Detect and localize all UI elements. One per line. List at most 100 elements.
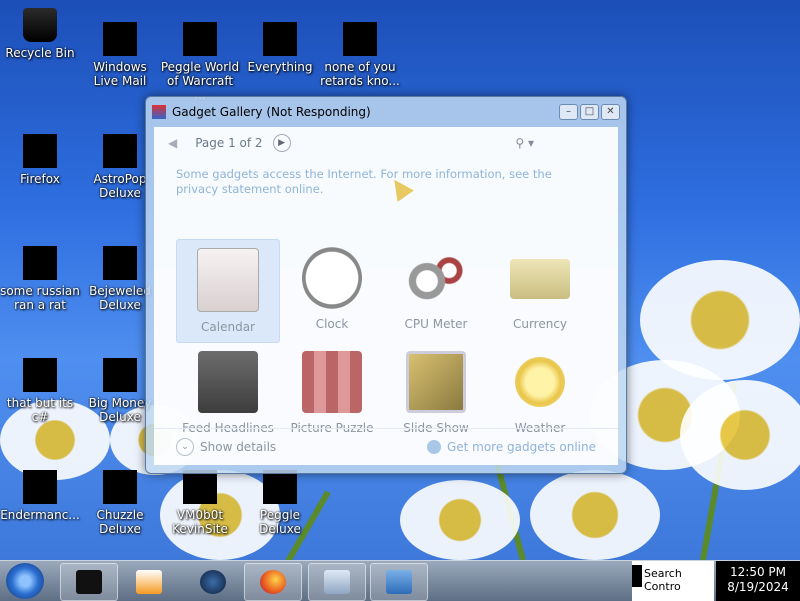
- firefox-icon: [260, 570, 286, 594]
- desktop-icon-shortcut[interactable]: none of you retards kno...: [320, 22, 400, 88]
- desktop-icon-label: Chuzzle Deluxe: [96, 508, 144, 536]
- daisy-flower: [530, 470, 660, 560]
- desktop-icon-peggle[interactable]: Peggle Deluxe: [240, 470, 320, 536]
- desktop: Recycle Bin Windows Live Mail Peggle Wor…: [0, 0, 800, 560]
- app-icon: [23, 246, 57, 280]
- desktop-icon-russian-rat[interactable]: some russian ran a rat: [0, 246, 80, 312]
- gadget-tile-calendar[interactable]: Calendar: [176, 239, 280, 343]
- window-title: Gadget Gallery (Not Responding): [172, 105, 371, 119]
- slide-show-icon: [406, 351, 466, 413]
- window-titlebar[interactable]: Gadget Gallery (Not Responding) – □ ✕: [146, 97, 626, 127]
- desktop-icon-csharp[interactable]: that but its c#: [0, 358, 80, 424]
- clock-date: 8/19/2024: [727, 580, 789, 594]
- close-button[interactable]: ✕: [601, 104, 620, 120]
- start-button[interactable]: [6, 563, 44, 599]
- desktop-icon-endermanch[interactable]: Endermanc...: [0, 470, 80, 522]
- daisy-flower: [400, 480, 520, 560]
- gadget-gallery-window[interactable]: Gadget Gallery (Not Responding) – □ ✕ ◀ …: [145, 96, 627, 474]
- peggle-icon: [183, 22, 217, 56]
- gadget-tile-currency[interactable]: Currency: [488, 239, 592, 343]
- search-control-panel-toolbar[interactable]: Search Contro: [632, 561, 714, 601]
- app-icon: [76, 570, 102, 594]
- game-icon: [103, 358, 137, 392]
- globe-icon: [200, 570, 226, 594]
- taskbar-item-keyboard[interactable]: [308, 563, 366, 601]
- mail-icon: [103, 22, 137, 56]
- globe-icon: [426, 440, 441, 454]
- recycle-bin-icon: [23, 8, 57, 42]
- gadget-label: Calendar: [201, 320, 255, 334]
- desktop-icon-label: Firefox: [20, 172, 60, 186]
- currency-icon: [510, 259, 570, 299]
- privacy-notice[interactable]: Some gadgets access the Internet. For mo…: [176, 167, 596, 197]
- desktop-icon-label: Peggle Deluxe: [259, 508, 301, 536]
- cpu-meter-icon: [406, 247, 466, 309]
- window-controls: – □ ✕: [559, 104, 620, 120]
- desktop-icon-label: Windows Live Mail: [93, 60, 147, 88]
- chevron-down-icon[interactable]: ⌄: [176, 438, 194, 456]
- page-indicator: Page 1 of 2: [195, 136, 263, 150]
- gadget-gallery-icon: [386, 570, 412, 594]
- desktop-icon-label: some russian ran a rat: [0, 284, 80, 312]
- keyboard-icon: [324, 570, 350, 594]
- taskbar-item-app[interactable]: [60, 563, 118, 601]
- desktop-icon-everything[interactable]: Everything: [240, 22, 320, 74]
- firefox-icon: [23, 134, 57, 168]
- toolbar-handle: [632, 565, 642, 587]
- game-icon: [103, 246, 137, 280]
- taskbar-item-globe[interactable]: [184, 563, 242, 601]
- gadget-label: CPU Meter: [404, 317, 468, 331]
- taskbar: Search Contro 12:50 PM 8/19/2024: [0, 560, 800, 601]
- gadget-gallery-icon: [152, 105, 166, 119]
- taskbar-item-gadget-gallery[interactable]: [370, 563, 428, 601]
- taskbar-item-firefox[interactable]: [244, 563, 302, 601]
- app-icon: [183, 470, 217, 504]
- previous-page-button[interactable]: ◀: [168, 136, 177, 150]
- desktop-icon-chuzzle[interactable]: Chuzzle Deluxe: [80, 470, 160, 536]
- taskbar-item-media-player[interactable]: [120, 563, 178, 601]
- show-details-button[interactable]: Show details: [200, 440, 276, 454]
- desktop-icon-label: that but its c#: [6, 396, 74, 424]
- clock-icon: [302, 247, 362, 309]
- gallery-bottombar: ⌄ Show details Get more gadgets online: [154, 428, 618, 465]
- desktop-icon-peggle-wow[interactable]: Peggle World of Warcraft ...: [160, 22, 240, 102]
- system-clock[interactable]: 12:50 PM 8/19/2024: [716, 561, 800, 601]
- gadget-grid: Calendar Clock CPU Meter Currency Feed H…: [176, 239, 596, 447]
- game-icon: [103, 470, 137, 504]
- desktop-icon-firefox[interactable]: Firefox: [0, 134, 80, 186]
- gadget-label: Currency: [512, 317, 568, 331]
- desktop-icon-label: Recycle Bin: [5, 46, 75, 60]
- gadget-tile-clock[interactable]: Clock: [280, 239, 384, 343]
- next-page-button[interactable]: ▶: [272, 134, 291, 152]
- maximize-button[interactable]: □: [580, 104, 599, 120]
- desktop-icon-label: none of you retards kno...: [320, 60, 400, 88]
- get-more-gadgets-label: Get more gadgets online: [446, 440, 596, 454]
- desktop-icon-label: Endermanc...: [0, 508, 80, 522]
- gallery-navbar: ◀ Page 1 of 2 ▶ ⚲ ▾: [154, 127, 618, 159]
- picture-puzzle-icon: [302, 351, 362, 413]
- search-control-label: Search Contro: [644, 567, 682, 593]
- minimize-button[interactable]: –: [559, 104, 578, 120]
- search-app-icon: [263, 22, 297, 56]
- desktop-icon-recycle-bin[interactable]: Recycle Bin: [0, 8, 80, 60]
- feed-headlines-icon: [198, 351, 258, 413]
- get-more-gadgets-link[interactable]: Get more gadgets online: [426, 440, 596, 454]
- gadget-tile-cpu-meter[interactable]: CPU Meter: [384, 239, 488, 343]
- app-icon: [23, 470, 57, 504]
- clock-time: 12:50 PM: [730, 565, 786, 579]
- calendar-icon: [197, 248, 259, 312]
- peggle-icon: [263, 470, 297, 504]
- game-icon: [103, 134, 137, 168]
- desktop-icon-windows-live-mail[interactable]: Windows Live Mail: [80, 22, 160, 88]
- app-icon: [343, 22, 377, 56]
- daisy-flower: [680, 380, 800, 490]
- gallery-client: ◀ Page 1 of 2 ▶ ⚲ ▾ Some gadgets access …: [154, 127, 618, 465]
- media-player-icon: [136, 570, 162, 594]
- app-icon: [23, 358, 57, 392]
- desktop-icon-label: Everything: [247, 60, 313, 74]
- gadget-label: Clock: [315, 317, 349, 331]
- search-gadgets-button[interactable]: ⚲ ▾: [515, 136, 534, 150]
- desktop-icon-label: VM0b0t KevinSite: [172, 508, 228, 536]
- weather-icon: [515, 357, 565, 407]
- desktop-icon-vm0b0t[interactable]: VM0b0t KevinSite: [160, 470, 240, 536]
